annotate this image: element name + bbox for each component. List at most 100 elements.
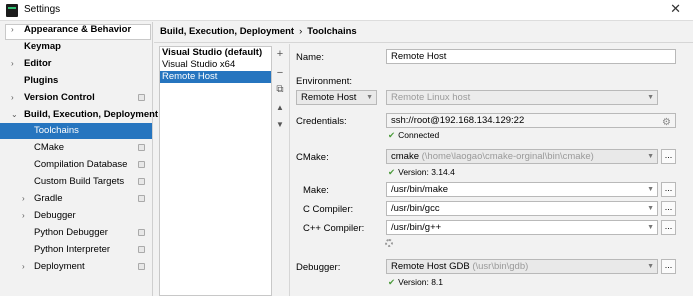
breadcrumb-separator: ›	[299, 26, 303, 37]
sidebar-item[interactable]: Plugins	[0, 73, 152, 89]
sidebar-item-label: Gradle	[34, 193, 63, 204]
debugger-version: ✔ Version: 8.1	[388, 277, 444, 287]
sidebar-item-label: Build, Execution, Deployment	[24, 109, 159, 120]
sidebar-item[interactable]: › Version Control	[0, 90, 152, 106]
breadcrumb-current: Toolchains	[307, 26, 357, 37]
sidebar-item[interactable]: Toolchains	[0, 123, 152, 139]
breadcrumb: Build, Execution, Deployment › Toolchains	[160, 26, 357, 37]
sidebar-item[interactable]: › Gradle	[0, 191, 152, 207]
debugger-browse-button[interactable]: ...	[661, 259, 676, 274]
name-label: Name:	[296, 52, 324, 63]
sidebar-item[interactable]: › Deployment	[0, 259, 152, 275]
credentials-label: Credentials:	[296, 116, 347, 127]
chevron-right-icon[interactable]: ›	[22, 259, 25, 275]
move-up-icon[interactable]: ▲	[274, 102, 286, 114]
header-divider	[154, 42, 693, 43]
sidebar-item-label: CMake	[34, 142, 65, 153]
sidebar-item[interactable]: Python Debugger	[0, 225, 152, 241]
chevron-down-icon: ▼	[647, 263, 654, 270]
sidebar-item[interactable]: › Appearance & Behavior	[0, 22, 152, 38]
c-compiler-browse-button[interactable]: ...	[661, 201, 676, 216]
debugger-label: Debugger:	[296, 262, 341, 273]
cmake-value: cmake	[391, 151, 419, 162]
project-scope-icon	[138, 263, 145, 270]
cmake-select[interactable]: cmake (\home\laogao\cmake-orginal\bin\cm…	[386, 149, 658, 164]
make-browse-button[interactable]: ...	[661, 182, 676, 197]
project-scope-icon	[138, 161, 145, 168]
remove-icon[interactable]: −	[274, 67, 286, 79]
credentials-status: ✔ Connected	[388, 130, 440, 140]
cmake-path: (\home\laogao\cmake-orginal\bin\cmake)	[421, 151, 594, 162]
sidebar-item-label: Debugger	[34, 210, 76, 221]
check-icon: ✔	[388, 167, 396, 177]
panel-divider	[289, 44, 290, 296]
chevron-right-icon[interactable]: ›	[11, 22, 14, 38]
cmake-browse-button[interactable]: ...	[661, 149, 676, 164]
environment-type-value: Remote Linux host	[391, 92, 471, 103]
sidebar-item-label: Toolchains	[34, 125, 79, 136]
debugger-path: (\usr\bin\gdb)	[472, 261, 529, 272]
sidebar-item[interactable]: ⌄ Build, Execution, Deployment	[0, 107, 158, 123]
cmake-label: CMake:	[296, 152, 329, 163]
app-icon	[6, 4, 18, 17]
chevron-right-icon[interactable]: ›	[11, 56, 14, 72]
sidebar-item[interactable]: CMake	[0, 140, 152, 156]
window-title: Settings	[24, 4, 61, 15]
chevron-down-icon[interactable]: ⌄	[11, 107, 18, 123]
cpp-compiler-label: C++ Compiler:	[303, 223, 365, 234]
c-compiler-label: C Compiler:	[303, 204, 354, 215]
chevron-right-icon[interactable]: ›	[11, 90, 14, 106]
add-icon[interactable]: +	[274, 48, 286, 60]
toolchain-item[interactable]: Visual Studio (default)	[160, 47, 271, 59]
sidebar-item-label: Plugins	[24, 75, 59, 86]
project-scope-icon	[138, 229, 145, 236]
project-scope-icon	[138, 195, 145, 202]
environment-label: Environment:	[296, 76, 352, 87]
project-scope-icon	[138, 178, 145, 185]
debugger-value: Remote Host GDB	[391, 261, 470, 272]
check-icon: ✔	[388, 130, 396, 140]
chevron-down-icon: ▼	[647, 94, 654, 101]
c-compiler-field[interactable]: /usr/bin/gcc ▼	[386, 201, 658, 216]
debugger-select[interactable]: Remote Host GDB (\usr\bin\gdb) ▼	[386, 259, 658, 274]
close-icon[interactable]: ✕	[670, 1, 681, 17]
breadcrumb-parent[interactable]: Build, Execution, Deployment	[160, 26, 294, 37]
move-down-icon[interactable]: ▼	[274, 119, 286, 131]
chevron-down-icon: ▼	[647, 186, 654, 193]
chevron-down-icon: ▼	[647, 153, 654, 160]
chevron-right-icon[interactable]: ›	[22, 208, 25, 224]
credentials-field[interactable]: ssh://root@192.168.134.129:22	[386, 113, 676, 128]
environment-value: Remote Host	[301, 92, 357, 103]
chevron-down-icon: ▼	[647, 205, 654, 212]
project-scope-icon	[138, 94, 145, 101]
check-icon: ✔	[388, 277, 396, 287]
title-bar: Settings ✕	[0, 0, 693, 21]
sidebar-item[interactable]: Keymap	[0, 39, 152, 55]
toolchain-list[interactable]: Visual Studio (default) Visual Studio x64…	[159, 46, 272, 296]
sidebar-item-label: Keymap	[24, 41, 61, 52]
sidebar-item-label: Editor	[24, 58, 52, 69]
sidebar-item[interactable]: Python Interpreter	[0, 242, 152, 258]
make-field[interactable]: /usr/bin/make ▼	[386, 182, 658, 197]
cpp-compiler-field[interactable]: /usr/bin/g++ ▼	[386, 220, 658, 235]
sidebar-item[interactable]: › Debugger	[0, 208, 152, 224]
chevron-right-icon[interactable]: ›	[22, 191, 25, 207]
copy-icon[interactable]: ⧉	[274, 84, 286, 96]
sidebar-item[interactable]: Custom Build Targets	[0, 174, 152, 190]
environment-select[interactable]: Remote Host ▼	[296, 90, 377, 105]
gear-icon[interactable]: ⚙	[662, 117, 671, 128]
sidebar-item-label: Python Debugger	[34, 227, 108, 238]
sidebar-item[interactable]: › Editor	[0, 56, 152, 72]
loading-spinner-icon	[385, 239, 393, 247]
sidebar-item-label: Python Interpreter	[34, 244, 111, 255]
toolchain-item[interactable]: Visual Studio x64	[160, 59, 271, 71]
sidebar-item-label: Appearance & Behavior	[24, 24, 132, 35]
sidebar-item[interactable]: Compilation Database	[0, 157, 152, 173]
cpp-compiler-browse-button[interactable]: ...	[661, 220, 676, 235]
toolchain-item[interactable]: Remote Host	[160, 71, 271, 83]
chevron-down-icon: ▼	[366, 94, 373, 101]
name-field[interactable]: Remote Host	[386, 49, 676, 64]
sidebar-item-label: Deployment	[34, 261, 85, 272]
sidebar-item-label: Compilation Database	[34, 159, 128, 170]
environment-type-select: Remote Linux host ▼	[386, 90, 658, 105]
